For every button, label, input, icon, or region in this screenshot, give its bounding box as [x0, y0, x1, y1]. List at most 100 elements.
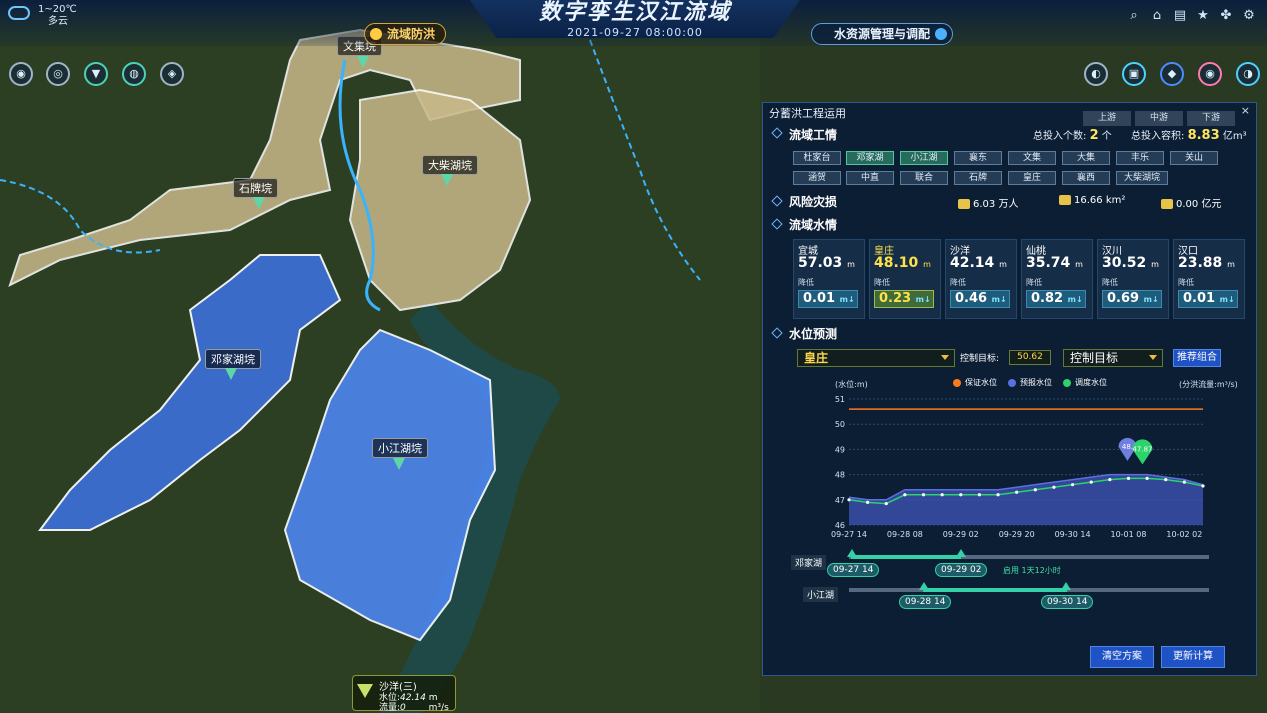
flood-icon: [370, 28, 382, 40]
chip-zhongzhi[interactable]: 中直: [846, 171, 894, 185]
map-pin-icon[interactable]: [253, 197, 265, 209]
gantt-end-tag: 09-30 14: [1041, 595, 1094, 609]
weather-temp: 1~20℃: [38, 4, 77, 15]
risk-loss: 0.00 亿元: [1161, 195, 1221, 210]
map-pin-icon[interactable]: [393, 458, 405, 470]
tab-midstream[interactable]: 中游: [1135, 111, 1183, 126]
station-select[interactable]: 皇庄: [797, 349, 955, 367]
station-card-huangzhuang[interactable]: 皇庄 48.10 m 降低 0.23 m↓: [869, 239, 941, 319]
chip-guanshan[interactable]: 关山: [1170, 151, 1218, 165]
map-pin-icon[interactable]: [441, 174, 453, 186]
y-tick-label: 48: [835, 471, 845, 480]
chip-dengjiahu[interactable]: 邓家湖: [846, 151, 894, 165]
map-label-dachaihu[interactable]: 大柴湖垸: [422, 155, 478, 175]
section-diamond-icon: [771, 195, 783, 207]
mode-water-button[interactable]: 水资源管理与调配: [811, 23, 954, 45]
chip-huangzhuang[interactable]: 皇庄: [1008, 171, 1056, 185]
gantt-end-handle[interactable]: [956, 549, 966, 557]
station-popup[interactable]: 沙洋(三) 水位:42.14 m 流量:0 m³/s: [352, 675, 456, 713]
chip-dachaihu[interactable]: 大柴湖垸: [1116, 171, 1168, 185]
chip-dujiatai[interactable]: 杜家台: [793, 151, 841, 165]
map-label-shipai[interactable]: 石牌垸: [233, 178, 278, 198]
station-card-shayang[interactable]: 沙洋 42.14 m 降低 0.46 m↓: [945, 239, 1017, 319]
y-tick-label: 49: [835, 445, 845, 454]
station-flow: 流量:0 m³/s: [379, 703, 449, 713]
station-card-hanchuan[interactable]: 汉川 30.52 m 降低 0.69 m↓: [1097, 239, 1169, 319]
y-tick-label: 51: [835, 395, 845, 404]
chip-xiangxi[interactable]: 襄西: [1062, 171, 1110, 185]
tool-circle-2-icon[interactable]: ◎: [46, 62, 70, 86]
tab-upstream[interactable]: 上游: [1083, 111, 1131, 126]
close-icon[interactable]: ×: [1241, 104, 1250, 117]
series-point: [1145, 476, 1149, 480]
series-point: [1089, 480, 1093, 484]
star-icon[interactable]: ★: [1195, 8, 1211, 24]
gantt-start-tag: 09-28 14: [899, 595, 952, 609]
x-tick-label: 09-27 14: [831, 530, 867, 539]
document-icon[interactable]: ▤: [1172, 8, 1188, 24]
tab-downstream[interactable]: 下游: [1187, 111, 1235, 126]
home-icon[interactable]: ⌂: [1149, 8, 1165, 24]
station-card-hankou[interactable]: 汉口 23.88 m 降低 0.01 m↓: [1173, 239, 1245, 319]
series-point: [903, 493, 907, 497]
gantt-bar-xiaojianghu[interactable]: [923, 588, 1067, 592]
map-label-xiaojianghu[interactable]: 小江湖垸: [372, 438, 428, 458]
search-icon[interactable]: ⌕: [1126, 8, 1142, 24]
tool-circle-8-icon[interactable]: ◆: [1160, 62, 1184, 86]
top-toolbar: ⌕ ⌂ ▤ ★ ✤ ⚙: [1126, 8, 1257, 24]
gantt-bar-dengjiahu[interactable]: [851, 555, 961, 559]
chevron-down-icon: [941, 355, 949, 360]
series-point: [1201, 484, 1205, 488]
section-title-engineering: 流域工情: [789, 128, 838, 142]
tool-circle-7-icon[interactable]: ▣: [1122, 62, 1146, 86]
chip-hanhe[interactable]: 涵贺: [793, 171, 841, 185]
chip-xiaojianghu[interactable]: 小江湖: [900, 151, 948, 165]
series-point: [1182, 480, 1186, 484]
map-pin-icon[interactable]: [225, 368, 237, 380]
station-card-xiantao[interactable]: 仙桃 35.74 m 降低 0.82 m↓: [1021, 239, 1093, 319]
chip-xiangdong[interactable]: 襄东: [954, 151, 1002, 165]
risk-population: 6.03 万人: [958, 195, 1018, 210]
chip-daji[interactable]: 大集: [1062, 151, 1110, 165]
legend-dot-icon: [1063, 378, 1071, 387]
control-target-input[interactable]: 50.62: [1009, 350, 1051, 365]
gantt-note: 启用 1天12小时: [1003, 566, 1061, 575]
section-diamond-icon: [771, 218, 783, 230]
mode-flood-button[interactable]: 流域防洪: [364, 23, 447, 45]
station-card-yicheng[interactable]: 宜城 57.03 m 降低 0.01 m↓: [793, 239, 865, 319]
tool-circle-4-icon[interactable]: ◍: [122, 62, 146, 86]
series-point: [884, 501, 888, 506]
chip-fengle[interactable]: 丰乐: [1116, 151, 1164, 165]
tool-circle-10-icon[interactable]: ◑: [1236, 62, 1260, 86]
map-label-dengjiahu[interactable]: 邓家湖垸: [205, 349, 261, 369]
water-level-chart[interactable]: 46 47 48 49 50 51 09-27 14 09-28 08 09-29 02 09-2…: [763, 389, 1258, 549]
gantt-start-handle[interactable]: [919, 582, 929, 590]
tool-circle-9-icon[interactable]: ◉: [1198, 62, 1222, 86]
legend-dot-icon: [1008, 378, 1016, 387]
tool-circle-3-icon[interactable]: ▼: [84, 62, 108, 86]
gear-icon[interactable]: ⚙: [1241, 8, 1257, 24]
y-tick-label: 46: [835, 521, 845, 530]
legend-item: 保证水位: [953, 377, 997, 388]
map-pin-icon[interactable]: [357, 56, 369, 68]
x-tick-label: 09-30 14: [1055, 530, 1091, 539]
tool-circle-5-icon[interactable]: ◈: [160, 62, 184, 86]
target-select[interactable]: 控制目标: [1063, 349, 1163, 367]
legend-dot-icon: [953, 378, 961, 387]
risk-area: 16.66 km²: [1059, 195, 1125, 206]
recalculate-button[interactable]: 更新计算: [1161, 646, 1225, 668]
grid-icon[interactable]: ✤: [1218, 8, 1234, 24]
chip-wenji[interactable]: 文集: [1008, 151, 1056, 165]
gantt-start-handle[interactable]: [847, 549, 857, 557]
clear-plan-button[interactable]: 清空方案: [1090, 646, 1154, 668]
total-volume: 总投入容积: 8.83 亿m³: [1131, 128, 1247, 143]
tool-circle-1-icon[interactable]: ◉: [9, 62, 33, 86]
tool-circle-6-icon[interactable]: ◐: [1084, 62, 1108, 86]
gantt-end-handle[interactable]: [1061, 582, 1071, 590]
chip-shipai[interactable]: 石牌: [954, 171, 1002, 185]
section-title-forecast: 水位预测: [789, 327, 838, 341]
legend-item: 预报水位: [1008, 377, 1052, 388]
recommend-button[interactable]: 推荐组合: [1173, 349, 1221, 367]
chip-lianhe[interactable]: 联合: [900, 171, 948, 185]
series-point: [921, 493, 926, 497]
